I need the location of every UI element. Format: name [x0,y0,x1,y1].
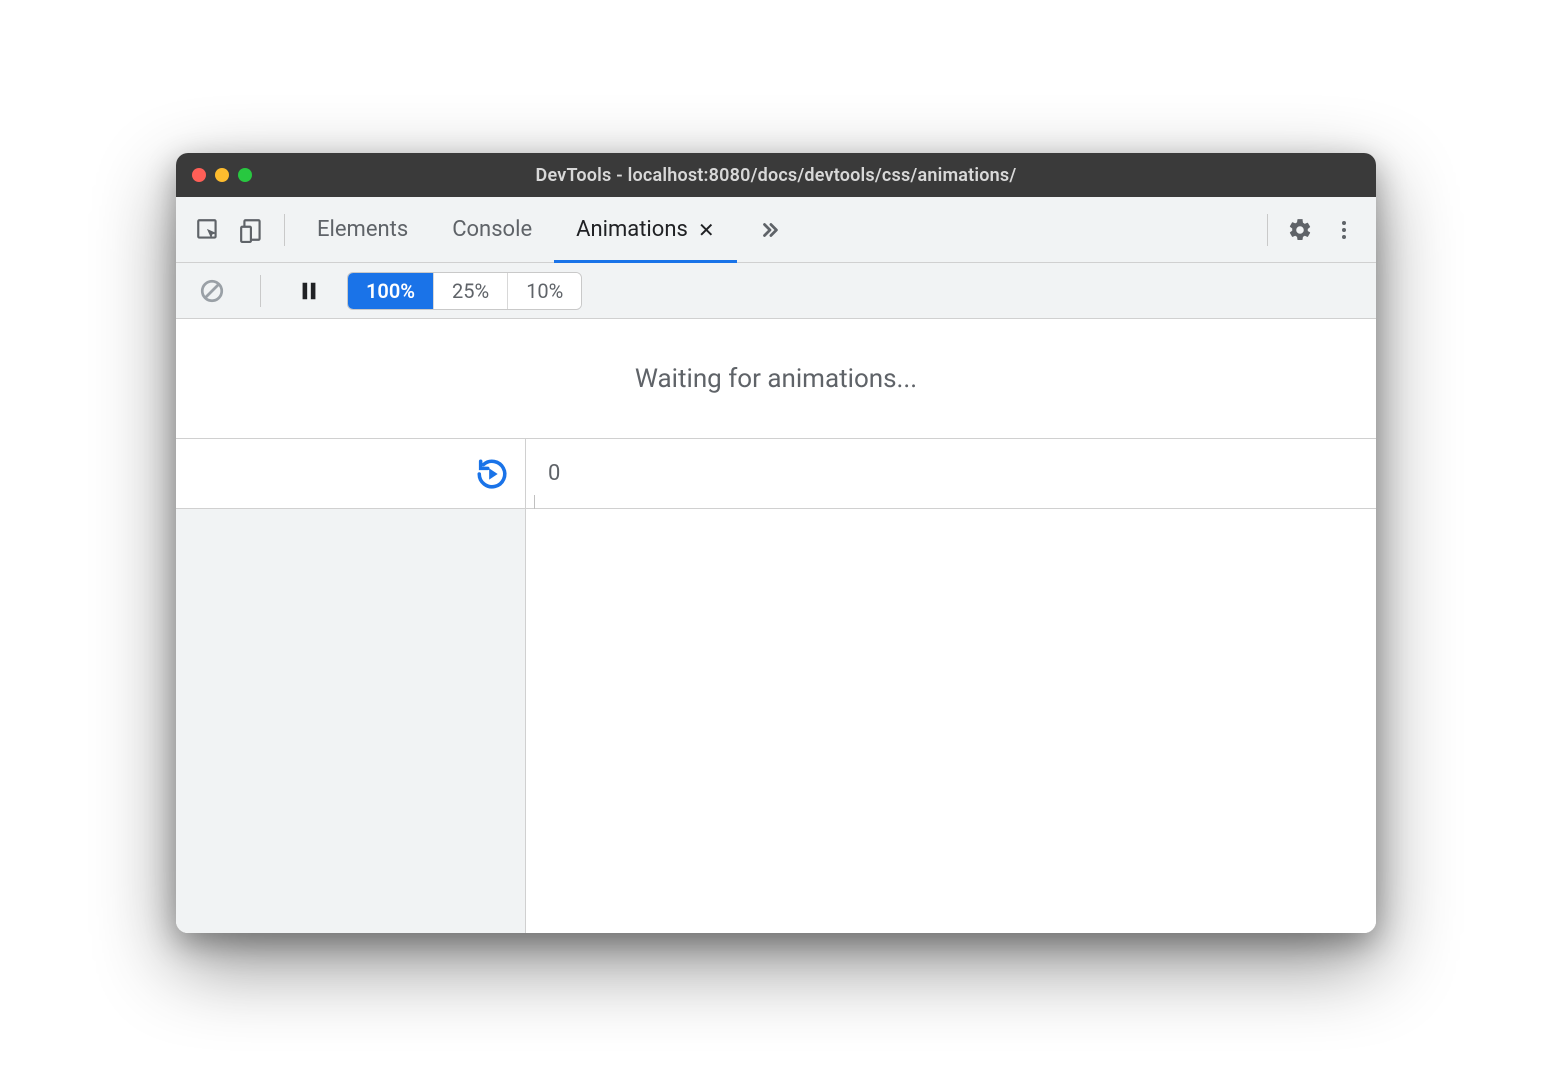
inspect-element-icon[interactable] [186,208,230,252]
timeline-canvas[interactable] [526,509,1376,933]
device-toolbar-icon[interactable] [230,208,274,252]
speed-100-button[interactable]: 100% [348,273,434,309]
pause-icon [298,280,320,302]
minimize-window-button[interactable] [215,168,229,182]
devtools-tabstrip: Elements Console Animations ✕ [176,197,1376,263]
speed-10-button[interactable]: 10% [508,273,581,309]
settings-button[interactable] [1278,208,1322,252]
tab-label: Animations [576,217,688,242]
playback-speed-group: 100% 25% 10% [347,272,582,310]
tab-overflow[interactable] [737,197,803,262]
gear-icon [1287,217,1313,243]
window-title: DevTools - localhost:8080/docs/devtools/… [192,165,1360,186]
tab-elements[interactable]: Elements [295,197,430,262]
tab-label: Elements [317,217,408,242]
timeline-header: 0 [176,439,1376,509]
separator [260,275,261,307]
speed-25-button[interactable]: 25% [434,273,508,309]
clear-button[interactable] [190,269,234,313]
traffic-lights [192,168,252,182]
timeline-sidebar [176,509,526,933]
timeline-body [176,509,1376,933]
close-window-button[interactable] [192,168,206,182]
devtools-window: DevTools - localhost:8080/docs/devtools/… [176,153,1376,933]
pause-button[interactable] [287,269,331,313]
more-menu-button[interactable] [1322,208,1366,252]
waiting-message: Waiting for animations... [176,319,1376,439]
tab-animations[interactable]: Animations ✕ [554,197,736,262]
timeline-controls [176,439,526,508]
replay-button[interactable] [475,457,509,491]
maximize-window-button[interactable] [238,168,252,182]
chevron-double-right-icon [759,219,781,241]
animations-toolbar: 100% 25% 10% [176,263,1376,319]
timeline-tick [534,495,535,509]
tabstrip-right [1257,208,1366,252]
tabs: Elements Console Animations ✕ [295,197,803,262]
tab-console[interactable]: Console [430,197,554,262]
close-icon[interactable]: ✕ [698,218,715,242]
more-vertical-icon [1332,218,1356,242]
timeline-start-label: 0 [548,461,560,486]
clear-icon [199,278,225,304]
tab-label: Console [452,217,532,242]
titlebar: DevTools - localhost:8080/docs/devtools/… [176,153,1376,197]
separator [284,214,285,246]
timeline-ruler[interactable]: 0 [526,439,1376,508]
separator [1267,214,1268,246]
replay-icon [475,457,509,491]
